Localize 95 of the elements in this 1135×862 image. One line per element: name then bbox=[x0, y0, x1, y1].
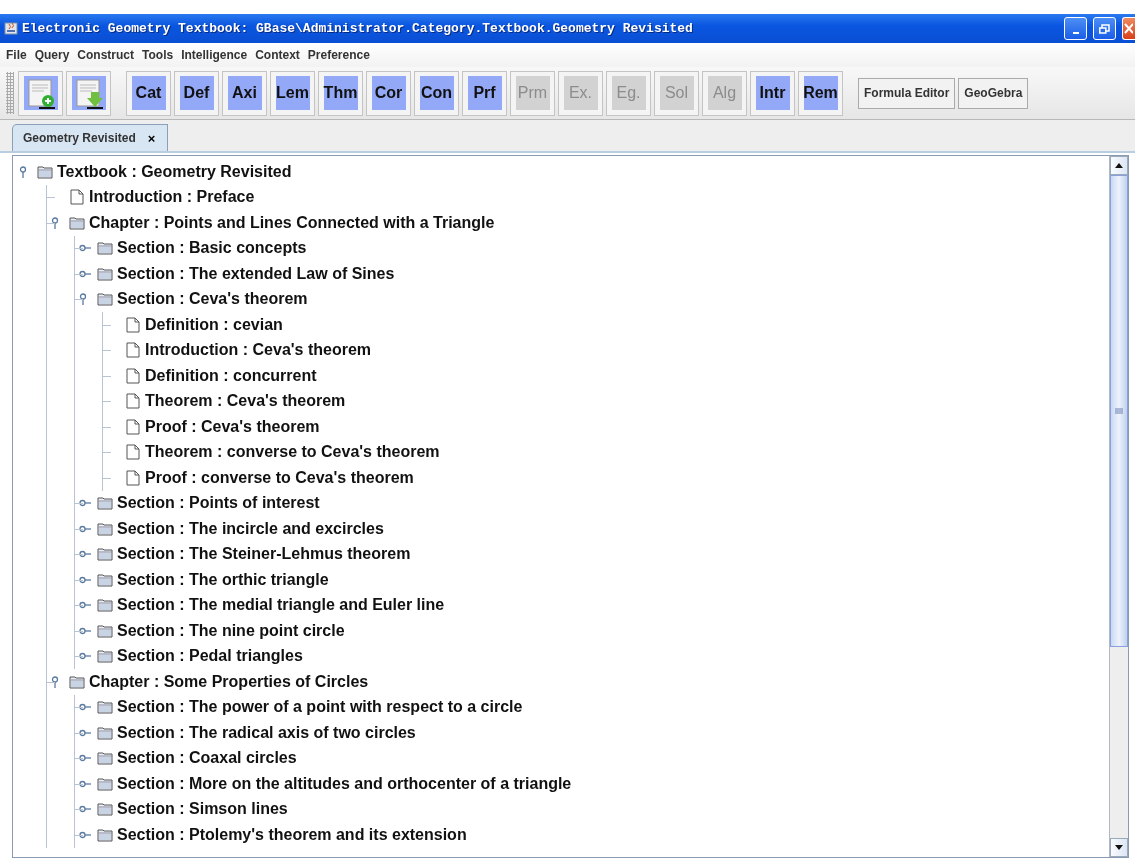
tree-item[interactable]: Section : The orthic triangle bbox=[117, 570, 329, 589]
folder-icon bbox=[97, 265, 113, 282]
up-arrow-icon bbox=[1114, 162, 1124, 169]
scroll-up-button[interactable] bbox=[1110, 156, 1128, 175]
app-icon bbox=[4, 21, 18, 36]
folder-icon bbox=[97, 801, 113, 818]
folder-icon bbox=[97, 775, 113, 792]
folder-icon bbox=[97, 546, 113, 563]
tree-item[interactable]: Section : The power of a point with respect to a circle bbox=[117, 698, 523, 717]
toolbar-button[interactable]: Con bbox=[414, 70, 459, 116]
down-arrow-icon bbox=[1114, 844, 1124, 851]
folder-icon bbox=[37, 163, 53, 180]
tree-item[interactable]: Section : Basic concepts bbox=[117, 239, 307, 258]
document-tab[interactable]: Geometry Revisited × bbox=[12, 124, 169, 151]
toolbar-grip[interactable] bbox=[6, 72, 14, 114]
folder-icon bbox=[97, 750, 113, 767]
tree-item[interactable]: Section : The radical axis of two circles bbox=[117, 723, 416, 742]
document-icon bbox=[125, 469, 141, 486]
close-tab-button[interactable]: × bbox=[147, 130, 156, 146]
tree-item[interactable]: Introduction : Ceva's theorem bbox=[145, 341, 372, 360]
grip-icon bbox=[1114, 408, 1124, 414]
document-icon bbox=[125, 418, 141, 435]
menu-item[interactable]: Construct bbox=[75, 48, 141, 62]
close-icon bbox=[1123, 23, 1133, 34]
menu-item[interactable]: Intelligence bbox=[179, 48, 254, 62]
folder-icon bbox=[97, 622, 113, 639]
minimize-button[interactable] bbox=[1064, 17, 1087, 40]
window-title: Electronic Geometry Textbook: GBase\Administrator.Category.Textbook.Geometry Revisited bbox=[22, 21, 694, 36]
folder-icon bbox=[97, 240, 113, 257]
restore-button[interactable] bbox=[1093, 17, 1116, 40]
document-icon bbox=[69, 189, 85, 206]
toolbar-button[interactable]: Rem bbox=[798, 70, 843, 116]
tree-item[interactable]: Section : More on the altitudes and orthocenter of a triangle bbox=[117, 774, 572, 793]
tree-item[interactable]: Section : The nine point circle bbox=[117, 621, 345, 640]
tree-item[interactable]: Section : Simson lines bbox=[117, 800, 288, 819]
document-icon bbox=[125, 342, 141, 359]
tree-item[interactable]: Section : Ceva's theorem bbox=[117, 290, 308, 309]
tree-item[interactable]: Section : The medial triangle and Euler line bbox=[117, 596, 445, 615]
tree-item[interactable]: Section : Ptolemy's theorem and its extension bbox=[117, 825, 467, 844]
toolbar-button[interactable]: Cor bbox=[366, 70, 411, 116]
tree-item[interactable]: Section : Pedal triangles bbox=[117, 647, 303, 666]
import-document-button[interactable] bbox=[66, 70, 111, 116]
folder-icon bbox=[97, 571, 113, 588]
menu-item[interactable]: Query bbox=[32, 48, 76, 62]
scroll-down-button[interactable] bbox=[1110, 838, 1128, 857]
toolbar-button[interactable]: Formula Editor bbox=[858, 77, 956, 109]
menu-item[interactable]: Tools bbox=[140, 48, 180, 62]
folder-icon bbox=[97, 495, 113, 512]
tree-item[interactable]: Introduction : Preface bbox=[89, 188, 255, 207]
scrollbar[interactable] bbox=[1109, 156, 1128, 857]
menu-item[interactable]: File bbox=[4, 48, 33, 62]
document-icon bbox=[125, 393, 141, 410]
document-icon bbox=[125, 367, 141, 384]
toolbar-button[interactable]: Thm bbox=[318, 70, 363, 116]
toolbar-button[interactable]: GeoGebra bbox=[958, 77, 1029, 109]
document-icon bbox=[71, 76, 106, 110]
document-icon bbox=[23, 76, 58, 110]
folder-icon bbox=[97, 826, 113, 843]
document-icon bbox=[125, 444, 141, 461]
tree-item[interactable]: Definition : cevian bbox=[145, 315, 283, 334]
folder-icon bbox=[97, 291, 113, 308]
tree-item[interactable]: Theorem : Ceva's theorem bbox=[145, 392, 346, 411]
toolbar-button[interactable]: Intr bbox=[750, 70, 795, 116]
tree-item[interactable]: Proof : Ceva's theorem bbox=[145, 417, 320, 436]
tree-item[interactable]: Chapter : Points and Lines Connected with a Triangle bbox=[89, 213, 495, 232]
tree-item[interactable]: Textbook : Geometry Revisited bbox=[57, 162, 292, 181]
toolbar-button[interactable]: Def bbox=[174, 70, 219, 116]
tree-item[interactable]: Section : The incircle and excircles bbox=[117, 519, 384, 538]
tree-item[interactable]: Section : The Steiner-Lehmus theorem bbox=[117, 545, 411, 564]
close-button[interactable] bbox=[1122, 17, 1135, 40]
folder-icon bbox=[97, 648, 113, 665]
folder-icon bbox=[69, 214, 85, 231]
toolbar-button[interactable]: Axi bbox=[222, 70, 267, 116]
scroll-thumb[interactable] bbox=[1110, 175, 1128, 647]
menu-item[interactable]: Preference bbox=[305, 48, 376, 62]
toolbar-button[interactable]: Lem bbox=[270, 70, 315, 116]
tree-item[interactable]: Section : Points of interest bbox=[117, 494, 320, 513]
restore-icon bbox=[1099, 23, 1110, 34]
tree-item[interactable]: Section : The extended Law of Sines bbox=[117, 264, 395, 283]
menu-item[interactable]: Context bbox=[253, 48, 306, 62]
folder-icon bbox=[97, 699, 113, 716]
tree-item[interactable]: Theorem : converse to Ceva's theorem bbox=[145, 443, 440, 462]
folder-icon bbox=[97, 520, 113, 537]
toolbar-button[interactable]: Prf bbox=[462, 70, 507, 116]
tree-item[interactable]: Chapter : Some Properties of Circles bbox=[89, 672, 369, 691]
tree-item[interactable]: Section : Coaxal circles bbox=[117, 749, 297, 768]
tree-item[interactable]: Definition : concurrent bbox=[145, 366, 317, 385]
tree-item[interactable]: Proof : converse to Ceva's theorem bbox=[145, 468, 414, 487]
minimize-icon bbox=[1072, 31, 1079, 34]
toolbar-button[interactable]: Cat bbox=[126, 70, 171, 116]
document-icon bbox=[125, 316, 141, 333]
folder-icon bbox=[97, 597, 113, 614]
folder-icon bbox=[69, 673, 85, 690]
new-document-button[interactable] bbox=[18, 70, 63, 116]
folder-icon bbox=[97, 724, 113, 741]
